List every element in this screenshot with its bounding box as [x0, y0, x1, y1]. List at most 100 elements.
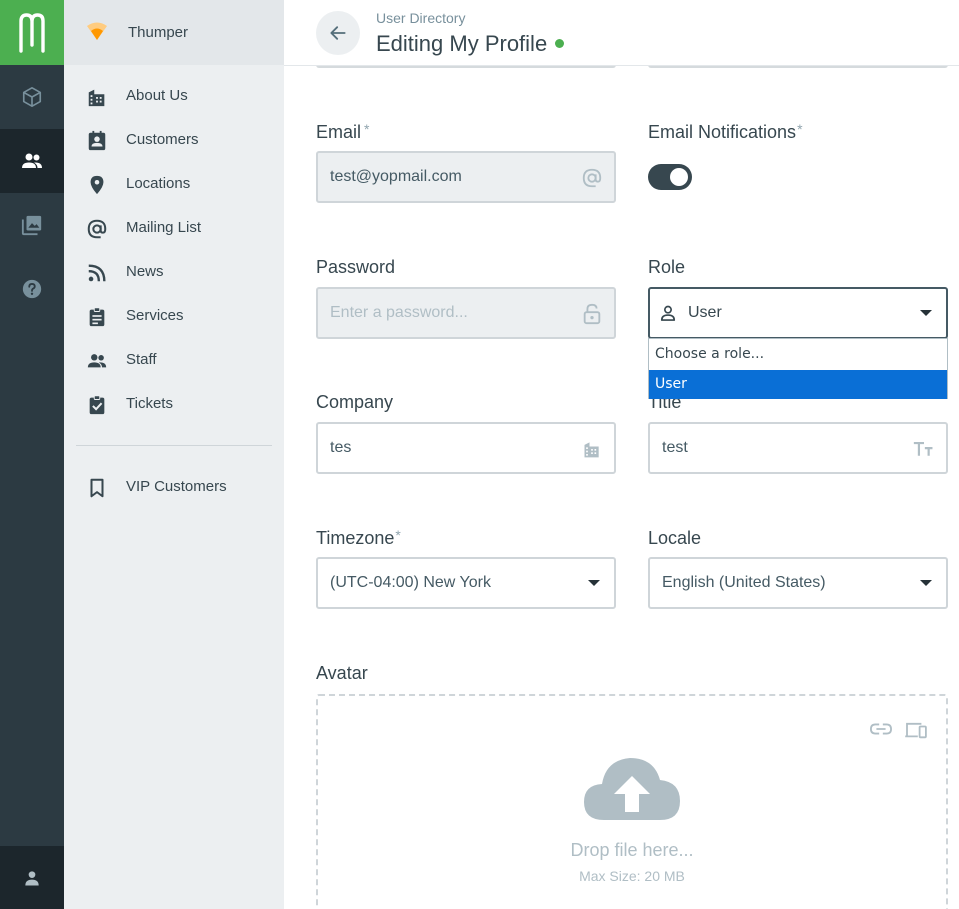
title-value: test [662, 439, 688, 456]
sidebar-item-label: Services [126, 307, 184, 324]
sidebar-item-label: Mailing List [126, 219, 202, 236]
people-icon [22, 153, 42, 168]
timezone-label: Timezone* [316, 527, 401, 549]
email-notifications-toggle[interactable] [648, 164, 692, 190]
role-value: User [688, 304, 722, 321]
page-header: User Directory Editing My Profile [284, 0, 959, 66]
email-value: test@yopmail.com [330, 168, 462, 185]
text-size-icon [912, 437, 936, 461]
sidebar-item-label: About Us [126, 87, 188, 104]
password-label: Password [316, 257, 396, 277]
role-options-list: Choose a role... User [648, 338, 948, 399]
company-field[interactable]: tes [316, 422, 616, 474]
help-icon [22, 279, 42, 299]
email-label-text: Email [316, 122, 362, 142]
contact-badge-icon [88, 130, 106, 151]
sidebar-item-mailing-list[interactable]: Mailing List [64, 208, 284, 248]
rail-item-content[interactable] [0, 65, 64, 129]
role-option[interactable]: Choose a role... [649, 340, 947, 369]
locale-label: Locale [648, 528, 702, 548]
app-logo-icon [19, 12, 45, 53]
sidebar-item-label: Locations [126, 175, 191, 192]
sidebar-item-label: Tickets [126, 395, 173, 412]
main-content: User Directory Editing My Profile Email *… [284, 0, 959, 909]
company-label: Company [316, 392, 394, 412]
person-outline-icon [658, 303, 678, 328]
title-field[interactable]: test [648, 422, 948, 474]
timezone-select[interactable]: (UTC-04:00) New York [316, 557, 616, 609]
map-pin-icon [90, 175, 104, 195]
page-title-text: Editing My Profile [376, 31, 548, 56]
dropzone-text: Drop file here... [570, 840, 694, 860]
sidebar-item-locations[interactable]: Locations [64, 164, 284, 204]
sidebar-item-news[interactable]: News [64, 252, 284, 292]
sidebar: Thumper About Us Customers Locations Mai… [64, 0, 284, 909]
rail-item-media[interactable] [0, 193, 64, 257]
avatar-label: Avatar [316, 663, 368, 683]
avatar-dropzone[interactable]: Drop file here... Max Size: 20 MB [316, 694, 948, 909]
locale-select[interactable]: English (United States) [648, 557, 948, 609]
email-field[interactable]: test@yopmail.com [316, 151, 616, 203]
wifi-signal-icon [87, 22, 107, 40]
people-icon [87, 354, 107, 368]
sidebar-divider [76, 445, 272, 446]
photos-icon [21, 215, 42, 236]
clipboard-check-icon [89, 395, 105, 415]
at-sign-icon [580, 166, 604, 190]
email-notifications-label-text: Email Notifications [648, 122, 797, 142]
sidebar-item-tickets[interactable]: Tickets [64, 384, 284, 424]
chevron-down-icon [920, 580, 932, 586]
breadcrumb[interactable]: User Directory [376, 10, 465, 26]
cube-icon [22, 87, 42, 107]
required-mark: * [797, 121, 803, 137]
arrow-left-icon [330, 26, 346, 40]
rail-user-account[interactable] [0, 846, 64, 909]
bookmark-icon [90, 478, 104, 498]
sidebar-item-label: VIP Customers [126, 478, 227, 495]
password-field[interactable]: Enter a password... [316, 287, 616, 339]
rss-icon [88, 264, 106, 282]
icon-rail [0, 0, 64, 909]
org-name: Thumper [128, 24, 189, 41]
cloud-upload-icon [582, 754, 682, 829]
locale-value: English (United States) [662, 574, 826, 591]
timezone-value: (UTC-04:00) New York [330, 574, 491, 591]
company-value: tes [330, 439, 352, 456]
rail-item-users[interactable] [0, 129, 64, 193]
lock-open-icon [580, 302, 604, 326]
person-icon [25, 870, 39, 885]
app-logo[interactable] [0, 0, 64, 65]
chevron-down-icon [920, 310, 932, 316]
sidebar-item-label: Customers [126, 131, 199, 148]
dropzone-max-size: Max Size: 20 MB [579, 868, 685, 884]
building-icon [88, 89, 105, 107]
email-label: Email * [316, 121, 370, 143]
status-dot [555, 38, 565, 48]
sidebar-item-label: Staff [126, 351, 157, 368]
role-select[interactable]: User [648, 287, 948, 339]
required-mark: * [395, 527, 401, 543]
required-mark: * [364, 121, 370, 137]
timezone-label-text: Timezone [316, 528, 395, 548]
sidebar-item-services[interactable]: Services [64, 296, 284, 336]
sidebar-item-label: News [126, 263, 164, 280]
at-sign-icon [87, 219, 107, 239]
toggle-knob [670, 168, 688, 186]
sidebar-item-vip-customers[interactable]: VIP Customers [64, 467, 284, 507]
org-switcher[interactable]: Thumper [64, 0, 284, 65]
sidebar-item-customers[interactable]: Customers [64, 120, 284, 160]
sidebar-item-staff[interactable]: Staff [64, 340, 284, 380]
sidebar-item-about-us[interactable]: About Us [64, 76, 284, 116]
role-label: Role [648, 257, 686, 277]
devices-icon[interactable] [904, 722, 928, 745]
rail-item-help[interactable] [0, 257, 64, 321]
building-icon [580, 437, 604, 461]
link-icon[interactable] [869, 722, 893, 745]
dropzone-actions [869, 722, 928, 745]
page-title: Editing My Profile [376, 31, 565, 57]
back-button[interactable] [316, 11, 360, 55]
clipboard-icon [89, 307, 105, 327]
role-option-selected[interactable]: User [649, 370, 947, 399]
chevron-down-icon [588, 580, 600, 586]
password-placeholder: Enter a password... [330, 304, 468, 321]
